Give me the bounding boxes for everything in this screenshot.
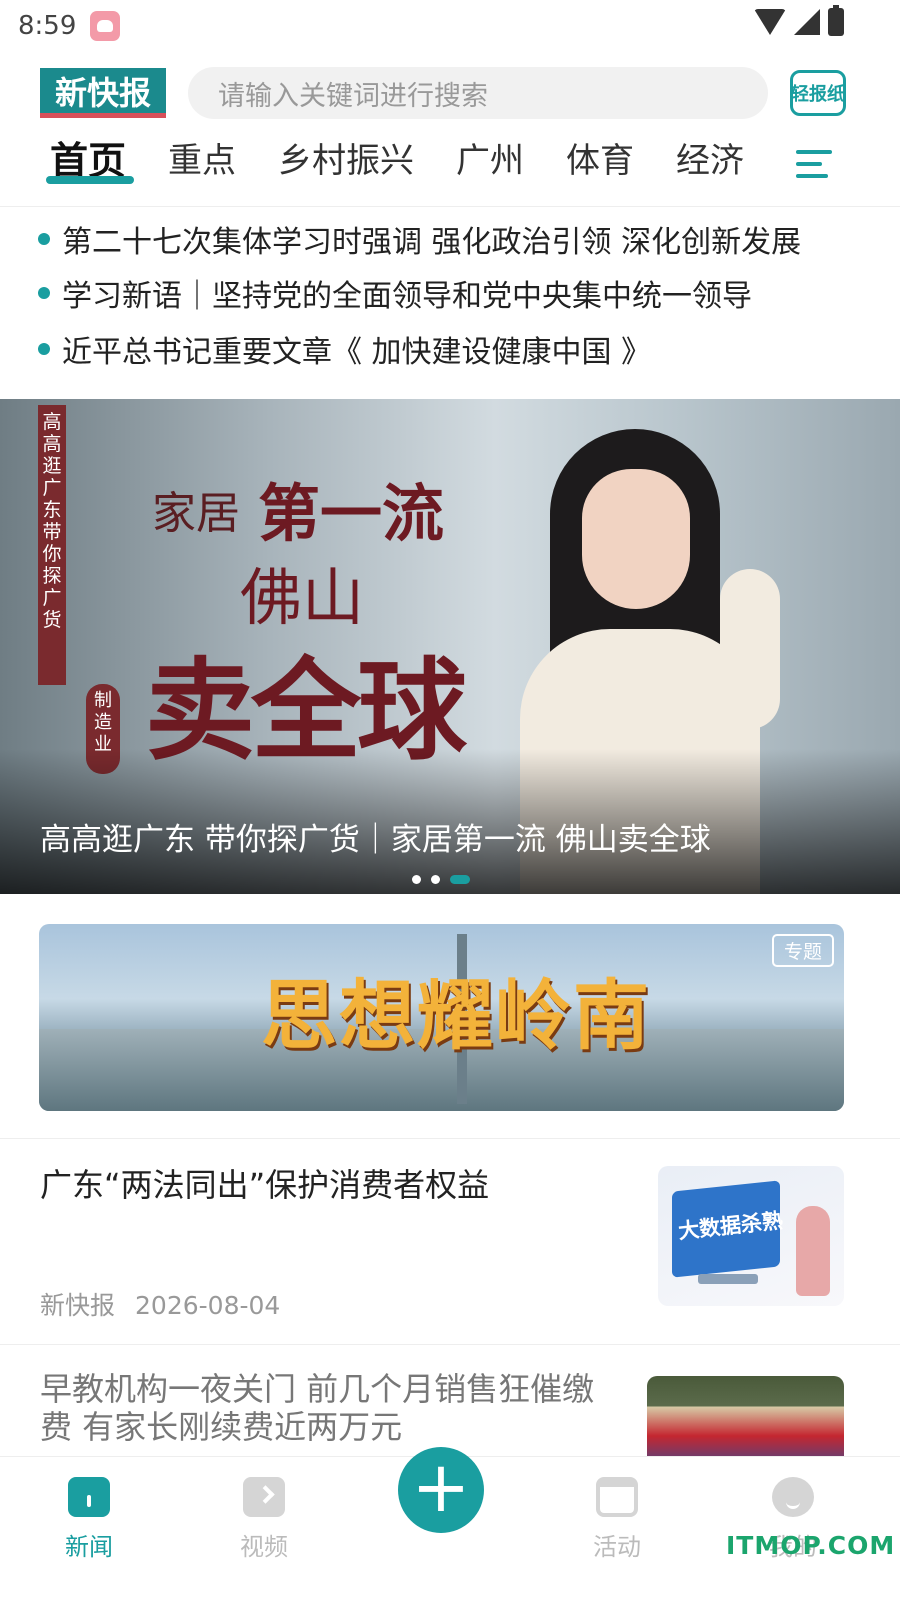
app-notification-icon [90, 11, 121, 41]
signal-icon [794, 9, 820, 35]
news-icon [68, 1477, 110, 1517]
topic-banner[interactable]: 思想耀岭南 专题 [39, 924, 844, 1111]
tab-sports[interactable]: 体育 [566, 135, 634, 195]
article-date: 2026-08-04 [135, 1291, 281, 1320]
banner-title: 思想耀岭南 [261, 971, 651, 1060]
bullet-icon [38, 287, 50, 299]
article-meta: 新快报 2026-08-04 [40, 1286, 280, 1322]
status-icons [754, 5, 844, 36]
nav-label: 活动 [593, 1533, 641, 1561]
topic-badge: 专题 [771, 934, 834, 967]
bottom-nav: 新闻 视频 + 活动 我的 [0, 1447, 900, 1600]
carousel-dot-active[interactable] [450, 875, 470, 884]
carousel-dots [412, 875, 470, 884]
headline-text: 近平总书记重要文章《 加快建设健康中国 》 [62, 335, 652, 370]
carousel-side-text: 高高逛广东 带你探广货 [38, 405, 66, 685]
headline-text: 学习新语｜坚持党的全面领导和党中央集中统一领导 [62, 279, 752, 314]
article-title: 广东“两法同出”保护消费者权益 [40, 1166, 490, 1204]
bullet-icon [38, 343, 50, 355]
search-input[interactable]: 请输入关键词进行搜索 [188, 67, 768, 119]
tab-rural[interactable]: 乡村振兴 [278, 135, 414, 195]
light-paper-button[interactable]: 轻报纸 [790, 70, 846, 116]
headline-item[interactable]: 第二十七次集体学习时强调 强化政治引领 深化创新发展 [38, 212, 858, 266]
app-logo: 新快报 [40, 68, 166, 118]
carousel-word: 家居 [152, 488, 240, 539]
nav-activity[interactable]: 活动 [567, 1477, 667, 1562]
menu-icon[interactable] [796, 150, 832, 178]
headline-item[interactable]: 近平总书记重要文章《 加快建设健康中国 》 [38, 322, 858, 376]
tab-guangzhou[interactable]: 广州 [456, 135, 524, 195]
add-button[interactable]: + [398, 1447, 484, 1533]
article-item[interactable]: 早教机构一夜关门 前几个月销售狂催缴费 有家长刚续费近两万元 [40, 1356, 860, 1476]
tab-economy[interactable]: 经济 [676, 135, 744, 195]
divider [0, 1344, 900, 1345]
nav-news[interactable]: 新闻 [39, 1477, 139, 1562]
article-item[interactable]: 广东“两法同出”保护消费者权益 新快报 2026-08-04 大数据杀熟 [40, 1166, 860, 1326]
tab-key[interactable]: 重点 [168, 135, 236, 195]
status-bar: 8:59 [0, 0, 900, 52]
app-header: 新快报 请输入关键词进行搜索 轻报纸 [0, 60, 900, 130]
headline-text: 第二十七次集体学习时强调 强化政治引领 深化创新发展 [62, 225, 802, 260]
divider [0, 206, 900, 207]
calendar-icon [596, 1477, 638, 1517]
profile-icon [772, 1477, 814, 1517]
article-thumbnail: 大数据杀熟 [658, 1166, 844, 1306]
nav-label: 新闻 [65, 1533, 113, 1561]
carousel-word: 第一流 [258, 477, 445, 550]
tab-home[interactable]: 首页 [50, 135, 126, 195]
headline-item[interactable]: 学习新语｜坚持党的全面领导和党中央集中统一领导 [38, 266, 858, 320]
nav-label: 视频 [240, 1533, 288, 1561]
article-title: 早教机构一夜关门 前几个月销售狂催缴费 有家长刚续费近两万元 [40, 1370, 595, 1446]
wifi-icon [754, 9, 786, 35]
carousel-dot[interactable] [412, 875, 421, 884]
video-icon [243, 1477, 285, 1517]
bullet-icon [38, 233, 50, 245]
article-source: 新快报 [40, 1291, 116, 1320]
status-time: 8:59 [18, 11, 77, 41]
battery-icon [828, 5, 844, 36]
site-watermark: ITMOP.COM [726, 1531, 896, 1560]
hero-carousel[interactable]: 高高逛广东 带你探广货 家居 第一流 佛山 卖全球 制造业 高高逛广东 带你探广… [0, 399, 900, 894]
nav-video[interactable]: 视频 [214, 1477, 314, 1562]
divider [0, 1138, 900, 1139]
active-tab-indicator [46, 176, 134, 184]
carousel-dot[interactable] [431, 875, 440, 884]
carousel-caption: 高高逛广东 带你探广货｜家居第一流 佛山卖全球 [40, 822, 711, 858]
channel-tabs: 首页 重点 乡村振兴 广州 体育 经济 [0, 135, 900, 205]
